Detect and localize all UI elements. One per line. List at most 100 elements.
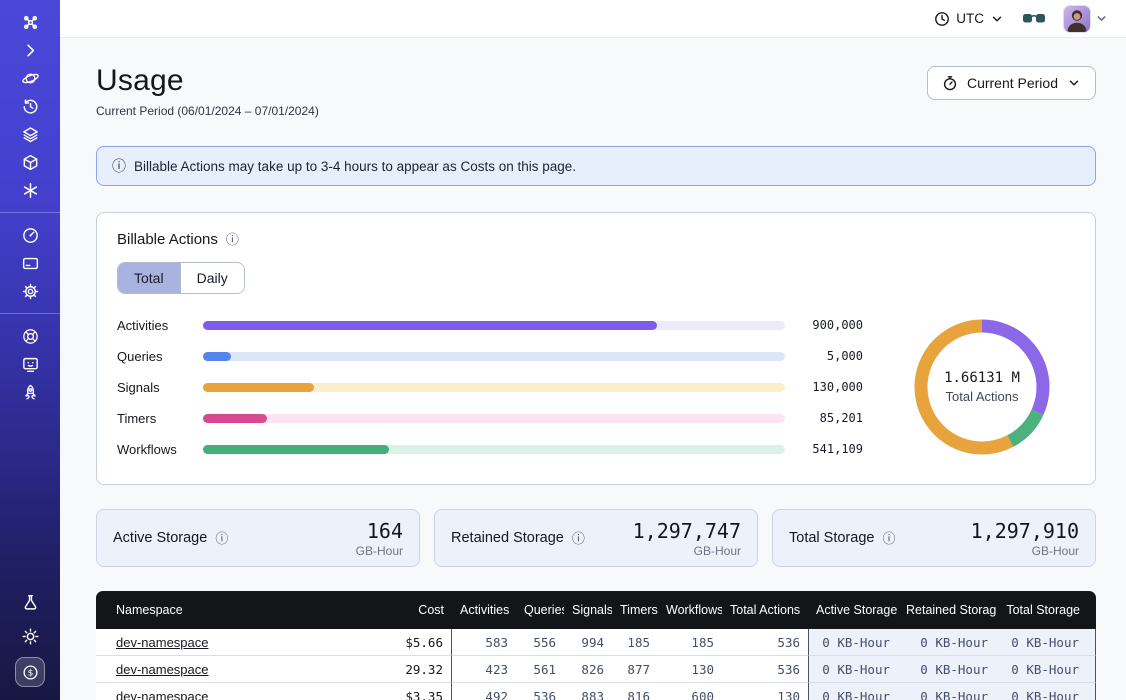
bar-label: Workflows xyxy=(117,442,189,457)
value-cell: 0 KB-Hour xyxy=(898,629,996,656)
value-cell: 492 xyxy=(452,683,516,700)
storage-value: 164 xyxy=(356,519,403,543)
gear-icon[interactable] xyxy=(15,278,45,304)
tab-total[interactable]: Total xyxy=(118,263,180,293)
chevron-right-icon[interactable] xyxy=(15,37,45,63)
value-cell: 583 xyxy=(452,629,516,656)
sidebar-divider xyxy=(0,212,60,213)
storage-unit: GB-Hour xyxy=(356,544,403,558)
value-cell: 883 xyxy=(564,683,612,700)
value-cell: 130 xyxy=(722,683,808,700)
bar-row: Queries5,000 xyxy=(117,349,863,364)
dollar-coin-icon[interactable] xyxy=(15,657,45,687)
clock-icon xyxy=(934,11,950,27)
stopwatch-icon xyxy=(942,75,958,91)
column-header-signals: Signals xyxy=(564,591,612,629)
bar-label: Queries xyxy=(117,349,189,364)
bar-track xyxy=(203,352,785,361)
storage-value: 1,297,747 xyxy=(633,519,741,543)
bar-track xyxy=(203,383,785,392)
table-row: dev-namespace29.324235618268771305360 KB… xyxy=(96,656,1096,683)
monitor-face-icon[interactable] xyxy=(15,351,45,377)
value-cell: 556 xyxy=(516,629,564,656)
bar-label: Timers xyxy=(117,411,189,426)
bar-row: Signals130,000 xyxy=(117,380,863,395)
info-banner: ⓘ Billable Actions may take up to 3-4 ho… xyxy=(96,146,1096,186)
sidebar xyxy=(0,0,60,700)
main-area: UTC xyxy=(60,0,1126,700)
bar-row: Activities900,000 xyxy=(117,318,863,333)
bar-value: 130,000 xyxy=(799,380,863,394)
sun-icon[interactable] xyxy=(15,623,45,649)
column-header-queries: Queries xyxy=(516,591,564,629)
value-cell: 994 xyxy=(564,629,612,656)
namespace-link[interactable]: dev-namespace xyxy=(116,662,209,677)
value-cell: 536 xyxy=(722,656,808,683)
bar-value: 541,109 xyxy=(799,442,863,456)
user-menu[interactable] xyxy=(1064,6,1108,32)
credit-card-icon[interactable] xyxy=(15,250,45,276)
period-dropdown-button[interactable]: Current Period xyxy=(927,66,1096,100)
asterisk-icon[interactable] xyxy=(15,177,45,203)
cube-icon[interactable] xyxy=(15,149,45,175)
rocket-icon[interactable] xyxy=(15,379,45,405)
namespace-cell: dev-namespace xyxy=(96,629,361,656)
bar-fill xyxy=(203,445,389,454)
info-icon[interactable]: ⓘ xyxy=(215,532,228,545)
value-cell: 0 KB-Hour xyxy=(996,656,1096,683)
bar-value: 85,201 xyxy=(799,411,863,425)
chevron-down-icon xyxy=(1095,12,1108,25)
chevron-down-icon xyxy=(990,12,1004,26)
value-cell: 0 KB-Hour xyxy=(898,683,996,700)
storage-summary-row: Active Storage ⓘ164GB-HourRetained Stora… xyxy=(96,509,1096,567)
value-cell: 816 xyxy=(612,683,658,700)
table-row: dev-namespace$3.354925368838166001300 KB… xyxy=(96,683,1096,700)
history-clock-icon[interactable] xyxy=(15,93,45,119)
value-cell: 826 xyxy=(564,656,612,683)
page-subtitle: Current Period (06/01/2024 – 07/01/2024) xyxy=(96,104,319,118)
bar-fill xyxy=(203,352,231,361)
namespace-link[interactable]: dev-namespace xyxy=(116,689,209,700)
column-header-total-storage: Total Storage xyxy=(996,591,1096,629)
active-storage-card: Active Storage ⓘ164GB-Hour xyxy=(96,509,420,567)
info-icon[interactable]: ⓘ xyxy=(882,532,895,545)
value-cell: 0 KB-Hour xyxy=(996,683,1096,700)
column-header-activities: Activities xyxy=(452,591,516,629)
page-content: Usage Current Period (06/01/2024 – 07/01… xyxy=(60,38,1126,700)
namespace-cell: dev-namespace xyxy=(96,683,361,700)
info-icon[interactable]: ⓘ xyxy=(226,233,239,246)
value-cell: 185 xyxy=(658,629,722,656)
info-icon[interactable]: ⓘ xyxy=(572,532,585,545)
bar-chart: Activities900,000 Queries5,000 Signals130,… xyxy=(117,318,863,457)
tab-daily[interactable]: Daily xyxy=(180,263,244,293)
bar-fill xyxy=(203,321,657,330)
bar-fill xyxy=(203,414,267,423)
lifebuoy-icon[interactable] xyxy=(15,323,45,349)
flask-icon[interactable] xyxy=(15,589,45,615)
donut-total-label: Total Actions xyxy=(946,389,1019,404)
storage-label: Retained Storage ⓘ xyxy=(451,530,585,546)
feedback-glasses-button[interactable] xyxy=(1022,11,1046,27)
chevron-down-icon xyxy=(1067,76,1081,90)
namespace-cell: dev-namespace xyxy=(96,656,361,683)
page-title: Usage xyxy=(96,64,319,98)
billable-actions-card: Billable Actions ⓘ TotalDaily Activities… xyxy=(96,212,1096,485)
donut-chart: 1.66131 M Total Actions xyxy=(889,312,1075,462)
topbar: UTC xyxy=(60,0,1126,38)
billable-actions-title: Billable Actions xyxy=(117,231,218,248)
orbit-icon[interactable] xyxy=(15,65,45,91)
retained-storage-card: Retained Storage ⓘ1,297,747GB-Hour xyxy=(434,509,758,567)
bar-track xyxy=(203,445,785,454)
timezone-selector[interactable]: UTC xyxy=(934,11,1004,27)
billable-actions-chart: Activities900,000 Queries5,000 Signals130,… xyxy=(117,312,1075,462)
value-cell: 600 xyxy=(658,683,722,700)
layers-icon[interactable] xyxy=(15,121,45,147)
temporal-logo-icon[interactable] xyxy=(15,9,45,35)
sidebar-nav xyxy=(0,8,60,406)
bar-track xyxy=(203,321,785,330)
namespace-usage-table: NamespaceCostActivitiesQueriesSignalsTim… xyxy=(96,591,1096,700)
value-cell: 877 xyxy=(612,656,658,683)
value-cell: 185 xyxy=(612,629,658,656)
namespace-link[interactable]: dev-namespace xyxy=(116,635,209,650)
gauge-icon[interactable] xyxy=(15,222,45,248)
